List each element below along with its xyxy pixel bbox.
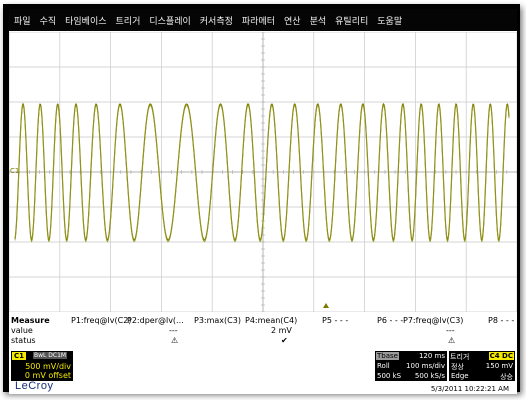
timebase-descriptor[interactable]: Tbase 120 ms Roll 100 ms/div 500 kS 500 … (375, 351, 447, 381)
menu-parameters[interactable]: 파라메터 (242, 14, 275, 27)
timebase-tdiv: 100 ms/div (406, 362, 445, 370)
channel-1-ground-marker: C1 (10, 167, 19, 175)
menu-analysis[interactable]: 분석 (310, 14, 327, 27)
scope-screen: 파일 수직 타임베이스 트리거 디스플레이 커서측정 파라메터 연산 분석 유틸… (9, 9, 517, 394)
channel-1-vdiv: 500 mV/div (25, 362, 71, 371)
trigger-mode: 정상 (451, 363, 464, 371)
trigger-title: 트리거 (450, 353, 470, 361)
menu-bar: 파일 수직 타임베이스 트리거 디스플레이 커서측정 파라메터 연산 분석 유틸… (9, 9, 517, 31)
trigger-position-marker (323, 303, 329, 308)
measure-title: Measure (11, 316, 50, 325)
timebase-rate: 500 kS/s (414, 372, 445, 380)
param-p5-label[interactable]: P5 - - - (322, 316, 348, 325)
timebase-delay: 120 ms (418, 352, 445, 360)
timebase-mode: Roll (377, 362, 390, 370)
channel-1-tag: C1 (12, 352, 27, 360)
param-p4-value: 2 mV (271, 326, 292, 335)
channel-1-offset: 0 mV offset (24, 371, 71, 380)
param-p6-label[interactable]: P6 - - - (377, 316, 403, 325)
menu-display[interactable]: 디스플레이 (149, 14, 190, 27)
param-p1-label[interactable]: P1:freq@lv(C2) (71, 316, 131, 325)
menu-timebase[interactable]: 타임베이스 (65, 14, 106, 27)
status-row-label: status (11, 336, 36, 345)
timebase-samples: 500 kS (377, 372, 402, 380)
channel-1-coupling: BwL DC1M (33, 352, 68, 359)
menu-math[interactable]: 연산 (284, 14, 301, 27)
channel-1-descriptor[interactable]: C1 BwL DC1M 500 mV/div 0 mV offset (11, 351, 73, 381)
trigger-level: 150 mV (485, 362, 513, 370)
menu-help[interactable]: 도움말 (377, 14, 402, 27)
bottom-status-area: C1 BwL DC1M 500 mV/div 0 mV offset LeCro… (9, 349, 517, 394)
param-p7-value: --- (446, 326, 455, 335)
trigger-slope: 상승 (500, 373, 513, 381)
param-p8-label[interactable]: P8 - - - (488, 316, 514, 325)
value-row-label: value (11, 326, 33, 335)
param-p4-label[interactable]: P4:mean(C4) (245, 316, 297, 325)
trigger-channel: C4 DC (488, 352, 514, 360)
oscilloscope-window: 파일 수직 타임베이스 트리거 디스플레이 커서측정 파라메터 연산 분석 유틸… (3, 4, 520, 394)
menu-file[interactable]: 파일 (14, 14, 31, 27)
measure-status-row: status ⚠ ✔ ⚠ (9, 336, 517, 347)
param-p7-label[interactable]: P7:freq@lv(C3) (403, 316, 463, 325)
param-p2-warning-icon: ⚠ (171, 336, 179, 345)
trigger-type: Edge (451, 372, 469, 380)
menu-trigger[interactable]: 트리거 (116, 14, 141, 27)
param-p2-value: --- (169, 326, 178, 335)
menu-cursor-measure[interactable]: 커서측정 (200, 14, 233, 27)
trigger-descriptor[interactable]: 트리거 C4 DC 정상 150 mV Edge 상승 (449, 351, 515, 381)
menu-utilities[interactable]: 유틸리티 (335, 14, 368, 27)
param-p7-warning-icon: ⚠ (448, 336, 456, 345)
graticule (9, 31, 517, 313)
waveform-svg: C1 (9, 31, 517, 313)
waveform-grid[interactable]: C1 (9, 31, 517, 313)
param-p4-check-icon: ✔ (281, 336, 288, 345)
timebase-title: Tbase (376, 352, 399, 360)
param-p3-label[interactable]: P3:max(C3) (194, 316, 241, 325)
timestamp: 5/3/2011 10:22:21 AM (430, 385, 509, 393)
param-p2-label[interactable]: P2:dper@lv(... (127, 316, 184, 325)
menu-vertical[interactable]: 수직 (40, 14, 57, 27)
lecroy-logo: LeCroy (15, 380, 54, 392)
